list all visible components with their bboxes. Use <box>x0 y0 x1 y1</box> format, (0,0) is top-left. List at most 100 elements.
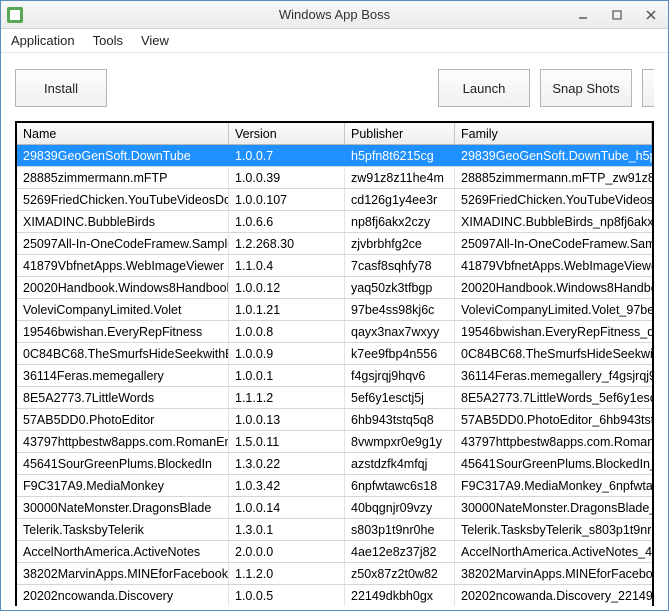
table-row[interactable]: 0C84BC68.TheSmurfsHideSeekwithBrainy1.0.… <box>17 343 652 365</box>
table-row[interactable]: 57AB5DD0.PhotoEditor1.0.0.136hb943tstq5q… <box>17 409 652 431</box>
cell-name: 20020Handbook.Windows8Handbook <box>17 277 229 298</box>
cell-publisher: zjvbrbhfg2ce <box>345 233 455 254</box>
table-row[interactable]: 19546bwishan.EveryRepFitness1.0.0.8qayx3… <box>17 321 652 343</box>
table-row[interactable]: F9C317A9.MediaMonkey1.0.3.426npfwtawc6s1… <box>17 475 652 497</box>
cell-publisher: s803p1t9nr0he <box>345 519 455 540</box>
cell-publisher: 97be4ss98kj6c <box>345 299 455 320</box>
menu-view[interactable]: View <box>141 33 169 48</box>
cell-publisher: 8vwmpxr0e9g1y <box>345 431 455 452</box>
toolbar-overflow-button[interactable] <box>642 69 654 107</box>
table-row[interactable]: 45641SourGreenPlums.BlockedIn1.3.0.22azs… <box>17 453 652 475</box>
table-row[interactable]: 29839GeoGenSoft.DownTube1.0.0.7h5pfn8t62… <box>17 145 652 167</box>
cell-version: 1.0.1.21 <box>229 299 345 320</box>
cell-version: 2.0.0.0 <box>229 541 345 562</box>
cell-publisher: azstdzfk4mfqj <box>345 453 455 474</box>
cell-publisher: 6npfwtawc6s18 <box>345 475 455 496</box>
cell-name: F9C317A9.MediaMonkey <box>17 475 229 496</box>
table-row[interactable]: AccelNorthAmerica.ActiveNotes2.0.0.04ae1… <box>17 541 652 563</box>
cell-name: 20202ncowanda.Discovery <box>17 585 229 606</box>
cell-family: XIMADINC.BubbleBirds_np8fj6akx2czy <box>455 211 652 232</box>
cell-version: 1.0.0.107 <box>229 189 345 210</box>
cell-version: 1.0.0.5 <box>229 585 345 606</box>
cell-name: VoleviCompanyLimited.Volet <box>17 299 229 320</box>
cell-family: VoleviCompanyLimited.Volet_97be4ss98kj6c <box>455 299 652 320</box>
cell-name: XIMADINC.BubbleBirds <box>17 211 229 232</box>
cell-version: 1.0.3.42 <box>229 475 345 496</box>
table-row[interactable]: 25097All-In-OneCodeFramew.SampleBro...1.… <box>17 233 652 255</box>
menu-tools[interactable]: Tools <box>93 33 123 48</box>
table-row[interactable]: 5269FriedChicken.YouTubeVideosDownl...1.… <box>17 189 652 211</box>
table-row[interactable]: 8E5A2773.7LittleWords1.1.1.25ef6y1esctj5… <box>17 387 652 409</box>
cell-name: 19546bwishan.EveryRepFitness <box>17 321 229 342</box>
cell-name: 57AB5DD0.PhotoEditor <box>17 409 229 430</box>
cell-family: 36114Feras.memegallery_f4gsjrqj9hqv6 <box>455 365 652 386</box>
cell-name: 8E5A2773.7LittleWords <box>17 387 229 408</box>
cell-publisher: 7casf8sqhfy78 <box>345 255 455 276</box>
table-row[interactable]: 36114Feras.memegallery1.0.0.1f4gsjrqj9hq… <box>17 365 652 387</box>
cell-publisher: 40bqgnjr09vzy <box>345 497 455 518</box>
cell-version: 1.0.0.39 <box>229 167 345 188</box>
table-row[interactable]: 20202ncowanda.Discovery1.0.0.522149dkbh0… <box>17 585 652 606</box>
col-header-name[interactable]: Name <box>17 123 229 144</box>
cell-name: 41879VbfnetApps.WebImageViewer <box>17 255 229 276</box>
grid-body: 29839GeoGenSoft.DownTube1.0.0.7h5pfn8t62… <box>17 145 652 606</box>
cell-family: 28885zimmermann.mFTP_zw91z8z11he4m <box>455 167 652 188</box>
cell-name: 36114Feras.memegallery <box>17 365 229 386</box>
table-row[interactable]: XIMADINC.BubbleBirds1.0.6.6np8fj6akx2czy… <box>17 211 652 233</box>
table-row[interactable]: 28885zimmermann.mFTP1.0.0.39zw91z8z11he4… <box>17 167 652 189</box>
cell-family: 5269FriedChicken.YouTubeVideosDownloa <box>455 189 652 210</box>
cell-publisher: 6hb943tstq5q8 <box>345 409 455 430</box>
cell-version: 1.3.0.1 <box>229 519 345 540</box>
menubar: Application Tools View <box>1 29 668 53</box>
cell-version: 1.1.1.2 <box>229 387 345 408</box>
cell-version: 1.2.268.30 <box>229 233 345 254</box>
cell-publisher: qayx3nax7wxyy <box>345 321 455 342</box>
cell-publisher: z50x87z2t0w82 <box>345 563 455 584</box>
cell-family: 20020Handbook.Windows8Handbook_yaq5 <box>455 277 652 298</box>
cell-publisher: f4gsjrqj9hqv6 <box>345 365 455 386</box>
cell-name: 45641SourGreenPlums.BlockedIn <box>17 453 229 474</box>
table-row[interactable]: 43797httpbestw8apps.com.RomanEmpir...1.5… <box>17 431 652 453</box>
cell-version: 1.0.0.14 <box>229 497 345 518</box>
cell-name: 5269FriedChicken.YouTubeVideosDownl... <box>17 189 229 210</box>
grid-header: Name Version Publisher Family <box>17 123 652 145</box>
cell-version: 1.1.0.4 <box>229 255 345 276</box>
col-header-version[interactable]: Version <box>229 123 345 144</box>
table-row[interactable]: Telerik.TasksbyTelerik1.3.0.1s803p1t9nr0… <box>17 519 652 541</box>
cell-family: 8E5A2773.7LittleWords_5ef6y1esctj5j <box>455 387 652 408</box>
cell-name: 43797httpbestw8apps.com.RomanEmpir... <box>17 431 229 452</box>
titlebar: Windows App Boss <box>1 1 668 29</box>
cell-version: 1.0.0.13 <box>229 409 345 430</box>
col-header-family[interactable]: Family <box>455 123 652 144</box>
cell-publisher: np8fj6akx2czy <box>345 211 455 232</box>
table-row[interactable]: 38202MarvinApps.MINEforFacebook1.1.2.0z5… <box>17 563 652 585</box>
cell-family: AccelNorthAmerica.ActiveNotes_4ae12e8z3 <box>455 541 652 562</box>
cell-family: Telerik.TasksbyTelerik_s803p1t9nr0he <box>455 519 652 540</box>
cell-publisher: zw91z8z11he4m <box>345 167 455 188</box>
menu-application[interactable]: Application <box>11 33 75 48</box>
cell-family: 20202ncowanda.Discovery_22149dkbh0 <box>455 585 652 606</box>
cell-publisher: 22149dkbh0gx <box>345 585 455 606</box>
table-row[interactable]: VoleviCompanyLimited.Volet1.0.1.2197be4s… <box>17 299 652 321</box>
table-row[interactable]: 30000NateMonster.DragonsBlade1.0.0.1440b… <box>17 497 652 519</box>
cell-version: 1.0.0.8 <box>229 321 345 342</box>
cell-family: 0C84BC68.TheSmurfsHideSeekwithBrainy_k <box>455 343 652 364</box>
cell-family: 25097All-In-OneCodeFramew.SampleBrowse <box>455 233 652 254</box>
cell-name: Telerik.TasksbyTelerik <box>17 519 229 540</box>
cell-publisher: 5ef6y1esctj5j <box>345 387 455 408</box>
cell-name: 0C84BC68.TheSmurfsHideSeekwithBrainy <box>17 343 229 364</box>
col-header-publisher[interactable]: Publisher <box>345 123 455 144</box>
cell-family: 19546bwishan.EveryRepFitness_qayx3nax7 <box>455 321 652 342</box>
install-button[interactable]: Install <box>15 69 107 107</box>
cell-publisher: cd126g1y4ee3r <box>345 189 455 210</box>
launch-button[interactable]: Launch <box>438 69 530 107</box>
table-row[interactable]: 41879VbfnetApps.WebImageViewer1.1.0.47ca… <box>17 255 652 277</box>
table-row[interactable]: 20020Handbook.Windows8Handbook1.0.0.12ya… <box>17 277 652 299</box>
cell-publisher: yaq50zk3tfbgp <box>345 277 455 298</box>
cell-version: 1.5.0.11 <box>229 431 345 452</box>
snapshots-button[interactable]: Snap Shots <box>540 69 632 107</box>
cell-family: 45641SourGreenPlums.BlockedIn_azstdzfk4 <box>455 453 652 474</box>
cell-family: 43797httpbestw8apps.com.RomanEmpireFre <box>455 431 652 452</box>
cell-version: 1.1.2.0 <box>229 563 345 584</box>
window-title: Windows App Boss <box>1 7 668 22</box>
